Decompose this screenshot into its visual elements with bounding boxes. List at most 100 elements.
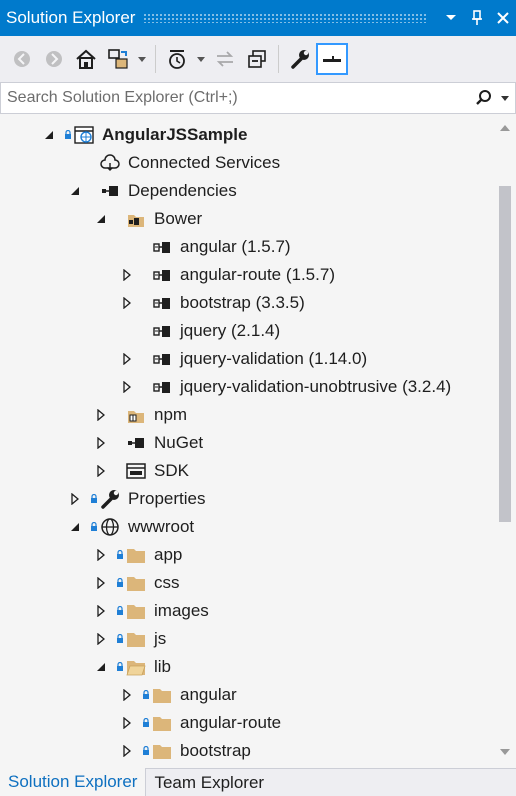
collapsed-arrow-icon[interactable] <box>120 352 134 366</box>
switch-views-button[interactable] <box>102 42 134 76</box>
tree-item-label: js <box>154 629 167 648</box>
tree-item[interactable]: jquery-validation-unobtrusive (3.2.4) <box>120 373 451 401</box>
tree-item-label: wwwroot <box>128 517 195 536</box>
collapsed-arrow-icon[interactable] <box>120 744 134 758</box>
drag-grip[interactable] <box>143 13 428 23</box>
tree-item[interactable]: jquery (2.1.4) <box>120 317 280 345</box>
tree-item-label: lib <box>154 657 172 676</box>
close-button[interactable] <box>490 0 516 36</box>
folder-open-icon <box>126 657 146 677</box>
folder-icon <box>152 685 172 705</box>
tree-item-label: Properties <box>128 489 206 508</box>
scroll-up-icon <box>500 125 510 131</box>
tab-solution-explorer[interactable]: Solution Explorer <box>0 768 146 796</box>
lock-icon <box>142 745 150 757</box>
collapsed-arrow-icon[interactable] <box>94 464 108 478</box>
properties-button[interactable] <box>284 42 316 76</box>
collapsed-arrow-icon[interactable] <box>94 408 108 422</box>
window-title: Solution Explorer <box>6 8 136 27</box>
expanded-arrow-icon[interactable] <box>68 520 82 534</box>
tree-item[interactable]: bootstrap (3.3.5) <box>120 289 305 317</box>
tree-item[interactable]: Connected Services <box>68 149 280 177</box>
tree-item[interactable]: Bower <box>94 205 202 233</box>
expanded-arrow-icon[interactable] <box>68 184 82 198</box>
vertical-scrollbar[interactable] <box>494 114 516 768</box>
collapsed-arrow-icon[interactable] <box>94 632 108 646</box>
collapsed-arrow-icon[interactable] <box>94 604 108 618</box>
tree-item[interactable]: bootstrap <box>120 737 251 765</box>
lock-icon <box>116 633 124 645</box>
expanded-arrow-icon[interactable] <box>94 660 108 674</box>
sync-with-active-document-button[interactable] <box>209 42 241 76</box>
collapsed-arrow-icon[interactable] <box>120 268 134 282</box>
toolbar <box>0 36 516 82</box>
pin-icon <box>472 10 482 25</box>
title-bar: Solution Explorer <box>0 0 516 36</box>
home-button[interactable] <box>70 42 102 76</box>
scroll-thumb[interactable] <box>499 186 511 522</box>
tree-item-label: angular (1.5.7) <box>180 237 291 256</box>
tree-item-label: Connected Services <box>128 153 281 172</box>
scroll-down-icon <box>500 749 510 755</box>
search-button[interactable] <box>473 89 495 107</box>
package-icon <box>152 265 172 285</box>
preview-selected-items-button[interactable] <box>316 43 348 75</box>
pending-changes-dropdown[interactable] <box>193 42 209 76</box>
expanded-arrow-icon[interactable] <box>94 212 108 226</box>
tree-item-label: AngularJSSample <box>102 125 248 144</box>
switch-views-dropdown[interactable] <box>134 42 150 76</box>
expanded-arrow-icon[interactable] <box>42 128 56 142</box>
search-icon <box>476 90 491 105</box>
tab-team-explorer[interactable]: Team Explorer <box>145 769 272 796</box>
tree-item[interactable]: NuGet <box>94 429 203 457</box>
tree-item[interactable]: Properties <box>68 485 205 513</box>
tree-item[interactable]: angular-route <box>120 709 281 737</box>
pending-changes-filter-button[interactable] <box>161 42 193 76</box>
dependency-icon <box>100 181 120 201</box>
tree-item[interactable]: npm <box>94 401 187 429</box>
tree-item[interactable]: angular <box>120 681 237 709</box>
scroll-up-button[interactable] <box>494 118 516 138</box>
tree-item[interactable]: images <box>94 597 209 625</box>
collapsed-arrow-icon[interactable] <box>120 688 134 702</box>
preview-selected-icon <box>323 56 341 62</box>
tree-item[interactable]: js <box>94 625 166 653</box>
pin-button[interactable] <box>464 0 490 36</box>
forward-button[interactable] <box>38 42 70 76</box>
collapsed-arrow-icon[interactable] <box>94 436 108 450</box>
tree-item-label: angular <box>180 685 237 704</box>
collapsed-arrow-icon[interactable] <box>94 548 108 562</box>
sdk-icon <box>126 461 146 481</box>
collapsed-arrow-icon[interactable] <box>68 492 82 506</box>
tree-item-label: npm <box>154 405 188 424</box>
scroll-down-button[interactable] <box>494 742 516 762</box>
web-project-icon <box>74 125 94 145</box>
collapsed-arrow-icon[interactable] <box>120 716 134 730</box>
search-options-dropdown[interactable] <box>495 95 515 101</box>
tree-item-label: angular-route (1.5.7) <box>180 265 335 284</box>
folder-icon <box>152 713 172 733</box>
dependency-icon <box>126 433 146 453</box>
tree-item[interactable]: app <box>94 541 182 569</box>
tree-item[interactable]: AngularJSSample <box>42 121 248 149</box>
collapse-all-button[interactable] <box>241 42 273 76</box>
lock-icon <box>90 493 98 505</box>
tree-item[interactable]: wwwroot <box>68 513 194 541</box>
back-button[interactable] <box>6 42 38 76</box>
window-menu-button[interactable] <box>438 0 464 36</box>
search-input[interactable] <box>1 89 473 107</box>
sync-icon <box>216 51 234 67</box>
tree-item[interactable]: css <box>94 569 180 597</box>
tree-item[interactable]: SDK <box>94 457 189 485</box>
collapsed-arrow-icon[interactable] <box>120 296 134 310</box>
collapsed-arrow-icon[interactable] <box>94 576 108 590</box>
tree-item[interactable]: jquery-validation (1.14.0) <box>120 345 367 373</box>
tree-item[interactable]: lib <box>94 653 171 681</box>
tree-item[interactable]: angular (1.5.7) <box>120 233 291 261</box>
lock-icon <box>116 577 124 589</box>
tree-item[interactable]: Dependencies <box>68 177 237 205</box>
package-icon <box>152 237 172 257</box>
lock-icon <box>64 129 72 141</box>
collapsed-arrow-icon[interactable] <box>120 380 134 394</box>
tree-item[interactable]: angular-route (1.5.7) <box>120 261 335 289</box>
